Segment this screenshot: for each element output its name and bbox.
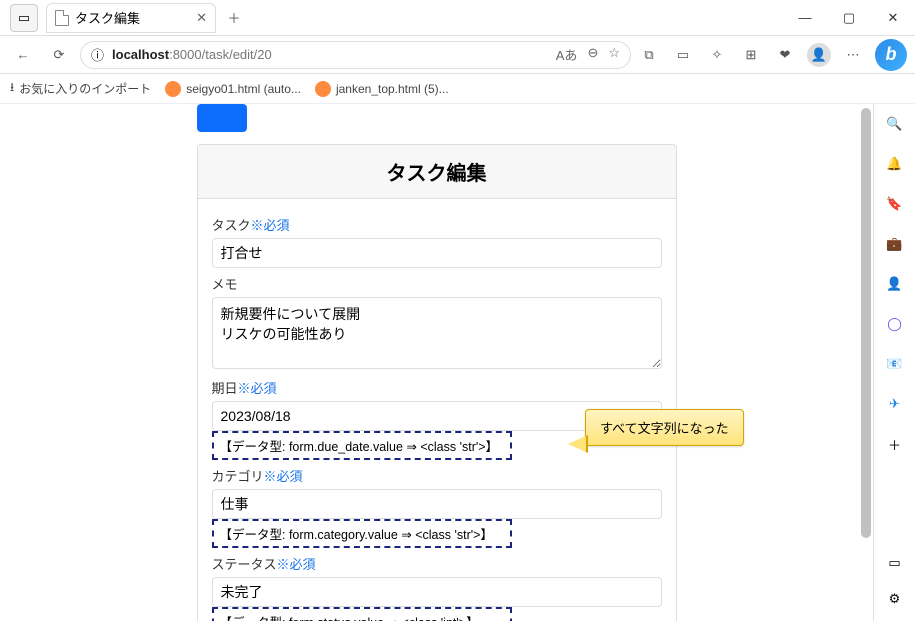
memo-textarea[interactable]: 新規要件について展開 リスケの可能性あり: [212, 297, 662, 369]
window-titlebar: ▭ タスク編集 ✕ ＋ — ▢ ✕: [0, 0, 915, 36]
zoom-icon[interactable]: ⊖: [587, 45, 598, 64]
page-icon: [55, 10, 69, 26]
status-label: ステータス※必須: [212, 554, 662, 573]
due-date-debug: 【データ型: form.due_date.value ⇒ <class 'str…: [212, 431, 512, 460]
sidebar-briefcase-icon[interactable]: 💼: [885, 234, 905, 254]
category-debug: 【データ型: form.category.value ⇒ <class 'str…: [212, 519, 512, 548]
status-select[interactable]: [212, 577, 662, 607]
page-title: タスク編集: [198, 145, 676, 199]
sidebar-loop-icon[interactable]: ◯: [885, 314, 905, 334]
vertical-scrollbar[interactable]: [859, 104, 873, 621]
task-label: タスク※必須: [212, 215, 662, 234]
tab-close-button[interactable]: ✕: [196, 10, 207, 26]
bookmark-item-1[interactable]: seigyo01.html (auto...: [165, 81, 301, 97]
sidebar-search-icon[interactable]: 🔍: [885, 114, 905, 134]
annotation-text: すべて文字列になった: [600, 421, 729, 436]
nav-refresh-button[interactable]: ⟳: [44, 40, 74, 70]
browser-tab[interactable]: タスク編集 ✕: [46, 3, 216, 33]
sidebar-tag-icon[interactable]: 🔖: [885, 194, 905, 214]
split-screen-icon[interactable]: ⧉: [637, 43, 661, 67]
sidebar-bell-icon[interactable]: 🔔: [885, 154, 905, 174]
favorites-icon[interactable]: ✧: [705, 43, 729, 67]
collections-icon[interactable]: ⊞: [739, 43, 763, 67]
menu-icon[interactable]: ⋯: [841, 43, 865, 67]
scroll-thumb[interactable]: [861, 108, 871, 538]
site-info-icon[interactable]: ⓘ: [91, 45, 104, 64]
new-tab-button[interactable]: ＋: [220, 4, 248, 32]
html-file-icon: [165, 81, 181, 97]
callout-tail: [568, 436, 586, 452]
sidebar-person-icon[interactable]: 👤: [885, 274, 905, 294]
task-edit-card: タスク編集 タスク※必須 メモ 新規要件について展開 リスケの可能性あり 期日※…: [197, 144, 677, 621]
sidebar-plus-icon[interactable]: ＋: [885, 434, 905, 454]
html-file-icon: [315, 81, 331, 97]
category-label: カテゴリ※必須: [212, 466, 662, 485]
bookmark-item-2-label: janken_top.html (5)...: [336, 82, 449, 96]
page-viewport[interactable]: タスク編集 タスク※必須 メモ 新規要件について展開 リスケの可能性あり 期日※…: [0, 104, 873, 621]
sidebar-send-icon[interactable]: ✈: [885, 394, 905, 414]
sidebar-panel-icon[interactable]: ▭: [885, 553, 905, 573]
copilot-button[interactable]: b: [875, 39, 907, 71]
status-debug: 【データ型: form.status.value ⇒ <class 'int'>…: [212, 607, 512, 621]
due-date-label: 期日※必須: [212, 378, 662, 397]
sidebar-settings-icon[interactable]: ⚙: [885, 589, 905, 609]
address-bar: ← ⟳ ⓘ localhost:8000/task/edit/20 Aあ ⊖ ☆…: [0, 36, 915, 74]
notebook-icon[interactable]: ▭: [671, 43, 695, 67]
task-input[interactable]: [212, 238, 662, 268]
bookmark-item-2[interactable]: janken_top.html (5)...: [315, 81, 449, 97]
category-select[interactable]: [212, 489, 662, 519]
nav-back-button[interactable]: ←: [8, 40, 38, 70]
tab-overview-button[interactable]: ▭: [10, 4, 38, 32]
sidebar-outlook-icon[interactable]: 📧: [885, 354, 905, 374]
bookmark-item-1-label: seigyo01.html (auto...: [186, 82, 301, 96]
bookmark-import[interactable]: ⭳ お気に入りのインポート: [10, 78, 151, 99]
favorite-star-icon[interactable]: ☆: [608, 45, 620, 64]
partial-button-top[interactable]: [197, 104, 247, 132]
window-maximize-button[interactable]: ▢: [827, 0, 871, 36]
annotation-callout: すべて文字列になった: [585, 409, 744, 446]
window-minimize-button[interactable]: —: [783, 0, 827, 36]
tab-title: タスク編集: [75, 8, 140, 27]
url-host: localhost: [112, 47, 169, 62]
edge-sidebar: 🔍 🔔 🔖 💼 👤 ◯ 📧 ✈ ＋ ▭ ⚙: [873, 104, 915, 621]
read-aloud-icon[interactable]: Aあ: [556, 45, 578, 64]
bookmarks-bar: ⭳ お気に入りのインポート seigyo01.html (auto... jan…: [0, 74, 915, 104]
import-icon: ⭳: [10, 78, 14, 99]
window-close-button[interactable]: ✕: [871, 0, 915, 36]
url-input[interactable]: ⓘ localhost:8000/task/edit/20 Aあ ⊖ ☆: [80, 41, 631, 69]
url-path: :8000/task/edit/20: [169, 47, 272, 62]
health-icon[interactable]: ❤: [773, 43, 797, 67]
memo-label: メモ: [212, 274, 662, 293]
bookmark-import-label: お気に入りのインポート: [19, 80, 151, 97]
profile-avatar[interactable]: 👤: [807, 43, 831, 67]
